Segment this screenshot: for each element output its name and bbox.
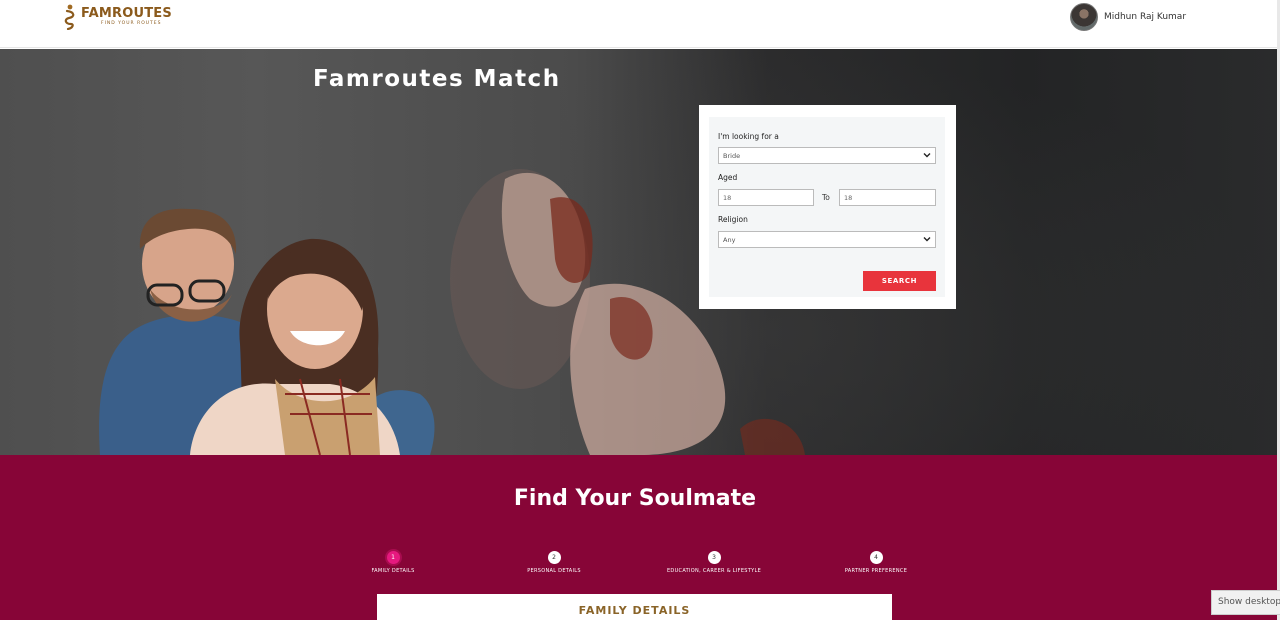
looking-for-select[interactable]: Bride: [718, 147, 936, 164]
age-to-value: 18: [844, 194, 853, 202]
chevron-down-icon: [923, 153, 931, 158]
step-number: 1: [386, 551, 400, 564]
hero-banner: Famroutes Match I'm looking for a Bride …: [0, 49, 1280, 455]
religion-select[interactable]: Any: [718, 231, 936, 248]
avatar[interactable]: [1070, 3, 1098, 31]
step-label: PERSONAL DETAILS: [527, 568, 581, 574]
user-menu[interactable]: Midhun Raj Kumar: [1070, 3, 1186, 31]
aged-label: Aged: [718, 173, 738, 182]
age-from-value: 18: [723, 194, 732, 202]
age-to-input[interactable]: 18: [839, 189, 936, 206]
step-label: EDUCATION, CAREER & LIFESTYLE: [666, 568, 762, 574]
form-title: FAMILY DETAILS: [578, 604, 691, 617]
brand-name: FAMROUTES: [81, 6, 172, 21]
step-partner-preference[interactable]: 4 PARTNER PREFERENCE: [806, 551, 946, 574]
religion-label: Religion: [718, 215, 748, 224]
match-search-form: I'm looking for a Bride Aged 18 To 18 Re…: [709, 117, 945, 297]
section-title: Find Your Soulmate: [513, 486, 757, 511]
step-number: 3: [707, 551, 721, 564]
find-soulmate-section: Find Your Soulmate 1 FAMILY DETAILS 2 PE…: [0, 455, 1280, 620]
couple-photo: [99, 169, 805, 455]
to-label: To: [822, 193, 830, 202]
step-label: PARTNER PREFERENCE: [844, 568, 908, 574]
chevron-down-icon: [923, 237, 931, 242]
famroutes-logo[interactable]: FAMROUTES FIND YOUR ROUTES: [62, 3, 172, 31]
step-family-details[interactable]: 1 FAMILY DETAILS: [323, 551, 463, 574]
brand-tagline: FIND YOUR ROUTES: [101, 21, 162, 26]
family-details-form-card: FAMILY DETAILS: [377, 594, 892, 620]
age-from-input[interactable]: 18: [718, 189, 814, 206]
looking-for-label: I'm looking for a: [718, 132, 779, 141]
religion-value: Any: [723, 236, 736, 244]
step-number: 2: [547, 551, 561, 564]
looking-for-value: Bride: [723, 152, 741, 160]
step-label: FAMILY DETAILS: [371, 568, 415, 574]
show-desktop-button[interactable]: Show desktop: [1211, 590, 1280, 615]
user-name[interactable]: Midhun Raj Kumar: [1104, 12, 1186, 22]
hero-title: Famroutes Match: [313, 66, 561, 92]
step-personal-details[interactable]: 2 PERSONAL DETAILS: [484, 551, 624, 574]
search-button[interactable]: SEARCH: [863, 271, 936, 291]
page: FAMROUTES FIND YOUR ROUTES Midhun Raj Ku…: [0, 0, 1280, 620]
step-number: 4: [869, 551, 883, 564]
logo-mark-icon: [64, 4, 75, 30]
match-search-card: I'm looking for a Bride Aged 18 To 18 Re…: [699, 105, 956, 309]
top-header: FAMROUTES FIND YOUR ROUTES Midhun Raj Ku…: [0, 0, 1280, 48]
step-education-career-lifestyle[interactable]: 3 EDUCATION, CAREER & LIFESTYLE: [644, 551, 784, 574]
